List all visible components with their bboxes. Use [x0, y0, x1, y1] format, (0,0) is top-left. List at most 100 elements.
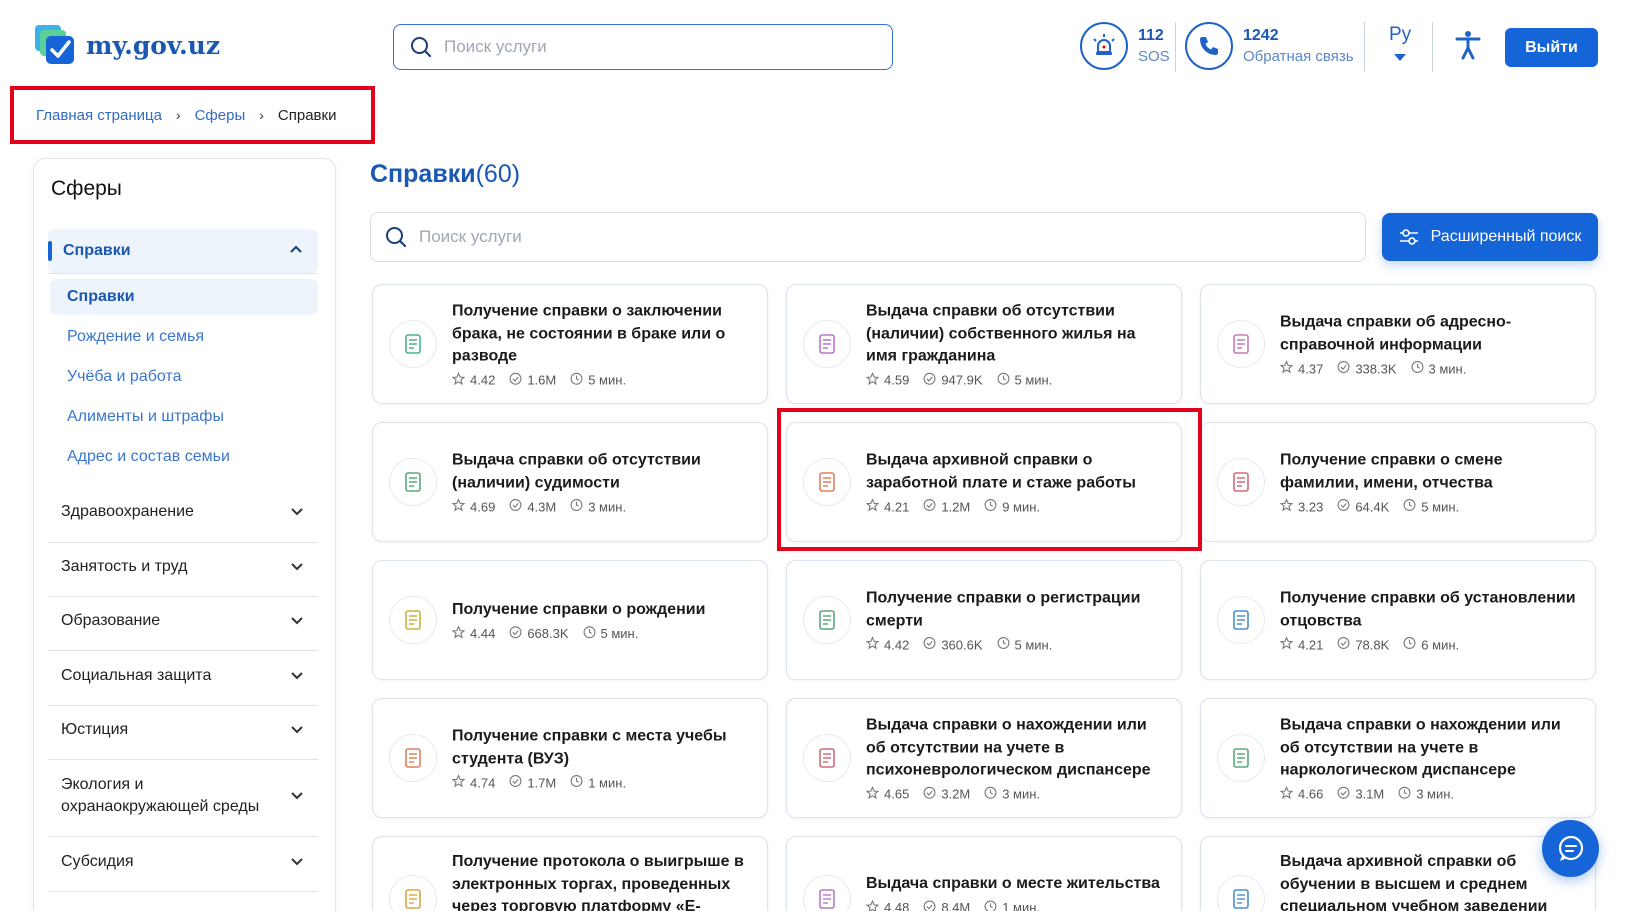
accessibility-icon[interactable]: [1455, 30, 1481, 65]
chevron-down-icon: [291, 617, 303, 625]
sos-hotline[interactable]: 112 SOS: [1080, 22, 1170, 70]
sidebar-item-label: Экология и охранаокружающей среды: [61, 776, 260, 815]
sidebar-item-ecology[interactable]: Экология и охранаокружающей среды: [48, 771, 318, 821]
document-search-icon: [803, 734, 851, 782]
duration-value: 5 мин.: [588, 372, 627, 388]
document-icon: [389, 320, 437, 368]
alarm-icon: [1080, 22, 1128, 70]
sidebar-subitem-alimony-fines[interactable]: Алименты и штрафы: [50, 399, 318, 435]
logo-check-icon: [34, 24, 78, 66]
service-card[interactable]: Получение справки о регистрации смерти 4.…: [786, 560, 1182, 680]
rating: 4.48: [865, 899, 910, 911]
usage-value: 947.9K: [941, 372, 983, 388]
sidebar-item-social-protection[interactable]: Социальная защита: [48, 661, 318, 691]
language-select[interactable]: Ру: [1389, 24, 1411, 61]
duration-value: 6 мин.: [1421, 637, 1460, 652]
service-title: Выдача справки о нахождении или об отсут…: [1280, 716, 1561, 779]
usage-count: 360.6K: [923, 637, 983, 653]
clock-icon: [984, 499, 997, 515]
services-count: (60): [475, 160, 521, 188]
service-card[interactable]: Выдача справки об адресно-справочной инф…: [1200, 284, 1596, 404]
breadcrumb-separator: ›: [259, 107, 264, 123]
usage-value: 338.3K: [1355, 361, 1397, 376]
caret-down-icon: [1394, 54, 1407, 61]
service-card-body: Выдача справки об отсутствии (наличии) с…: [451, 450, 753, 515]
sidebar-section-spravki[interactable]: Справки: [48, 229, 318, 273]
sidebar-item-healthcare[interactable]: Здравоохранение: [48, 497, 318, 527]
divider: [1432, 22, 1433, 72]
service-card[interactable]: Выдача справки о нахождении или об отсут…: [1200, 698, 1596, 818]
advanced-search-label: Расширенный поиск: [1430, 228, 1582, 245]
service-card[interactable]: Получение справки с места учебы студента…: [372, 698, 768, 818]
sidebar-item-subsidy[interactable]: Субсидия: [48, 847, 318, 877]
usage-count: 1.7M: [509, 775, 556, 791]
usage-value: 1.6M: [527, 372, 557, 388]
service-card[interactable]: Получение справки о заключении брака, не…: [372, 284, 768, 404]
chevron-down-icon: [291, 508, 303, 516]
logout-button[interactable]: Выйти: [1505, 28, 1598, 67]
star-icon: [865, 498, 880, 515]
star-icon: [1279, 360, 1294, 377]
services-search-input[interactable]: [419, 227, 819, 247]
duration: 3 мин.: [984, 786, 1040, 802]
usage-value: 64.4K: [1355, 499, 1390, 514]
page-title-text: Справки: [370, 160, 476, 188]
service-card[interactable]: Выдача справки об отсутствии (наличии) с…: [372, 422, 768, 542]
rating-value: 4.59: [884, 372, 910, 388]
feedback-hotline[interactable]: 1242 Обратная связь: [1185, 22, 1354, 70]
advanced-search-button[interactable]: Расширенный поиск: [1382, 213, 1598, 261]
sidebar-item-education[interactable]: Образование: [48, 606, 318, 636]
duration-value: 5 мин.: [1421, 499, 1460, 514]
services-search[interactable]: [370, 212, 1366, 262]
star-icon: [865, 371, 880, 388]
service-meta: 4.48 8.4M 1 мин.: [865, 899, 1167, 911]
usage-value: 3.1M: [1355, 786, 1385, 802]
service-card[interactable]: Получение справки о рождении 4.44 668.3K 5 …: [372, 560, 768, 680]
duration-value: 1 мин.: [588, 775, 627, 790]
duration-value: 5 мин.: [600, 625, 639, 641]
duration-value: 1 мин.: [1002, 900, 1041, 911]
service-meta: 4.37 338.3K 3 мин.: [1279, 360, 1581, 377]
sidebar-item-label: Субсидия: [61, 853, 134, 870]
service-card-body: Получение справки об установлении отцовс…: [1279, 588, 1581, 653]
breadcrumb-home[interactable]: Главная страница: [36, 107, 162, 124]
header: my.gov.uz 112 SOS 1242 Обратная связь: [0, 0, 1630, 92]
header-search-input[interactable]: [444, 37, 844, 57]
rating-value: 4.48: [884, 900, 910, 911]
service-card[interactable]: Получение справки о смене фамилии, имени…: [1200, 422, 1596, 542]
service-card[interactable]: Выдача справки о месте жительства 4.48 8.4…: [786, 836, 1182, 911]
rating-value: 4.42: [884, 637, 910, 652]
sidebar-subitem-address-family[interactable]: Адрес и состав семьи: [50, 439, 318, 475]
service-card[interactable]: Получение протокола о выигрыше в электро…: [372, 836, 768, 911]
check-circle-icon: [1337, 786, 1350, 802]
sidebar-subitem-birth-family[interactable]: Рождение и семья: [50, 319, 318, 355]
breadcrumb-spheres[interactable]: Сферы: [195, 107, 246, 124]
service-card[interactable]: Выдача справки о нахождении или об отсут…: [786, 698, 1182, 818]
service-card[interactable]: Получение справки об установлении отцовс…: [1200, 560, 1596, 680]
sidebar-item-label: Социальная защита: [61, 667, 212, 684]
divider: [48, 650, 318, 651]
service-title: Выдача справки о месте жительства: [866, 875, 1160, 892]
logo[interactable]: my.gov.uz: [34, 24, 220, 66]
service-meta: 4.42 1.6M 5 мин.: [451, 371, 753, 388]
divider: [48, 542, 318, 543]
service-card[interactable]: Выдача архивной справки об обучении в вы…: [1200, 836, 1596, 911]
usage-value: 1.2M: [941, 499, 971, 514]
sos-number: 112: [1138, 27, 1164, 44]
rating: 4.21: [865, 498, 909, 515]
header-search[interactable]: [393, 24, 893, 70]
service-title: Получение справки об установлении отцовс…: [1280, 589, 1576, 630]
service-card[interactable]: Выдача архивной справки о заработной пла…: [786, 422, 1182, 542]
service-card[interactable]: Выдача справки об отсутствии (наличии) с…: [786, 284, 1182, 404]
clock-icon: [984, 900, 997, 911]
sidebar-subitem-study-work[interactable]: Учёба и работа: [50, 359, 318, 395]
duration-value: 5 мин.: [1014, 372, 1053, 388]
chat-button[interactable]: [1542, 820, 1599, 877]
sidebar-subitem-spravki[interactable]: Справки: [50, 279, 318, 315]
rating: 4.59: [865, 371, 910, 388]
sidebar-item-justice[interactable]: Юстиция: [48, 715, 318, 745]
divider: [48, 596, 318, 597]
page: my.gov.uz 112 SOS 1242 Обратная связь: [0, 0, 1630, 911]
sidebar-item-employment[interactable]: Занятость и труд: [48, 552, 318, 582]
check-circle-icon: [509, 499, 522, 515]
